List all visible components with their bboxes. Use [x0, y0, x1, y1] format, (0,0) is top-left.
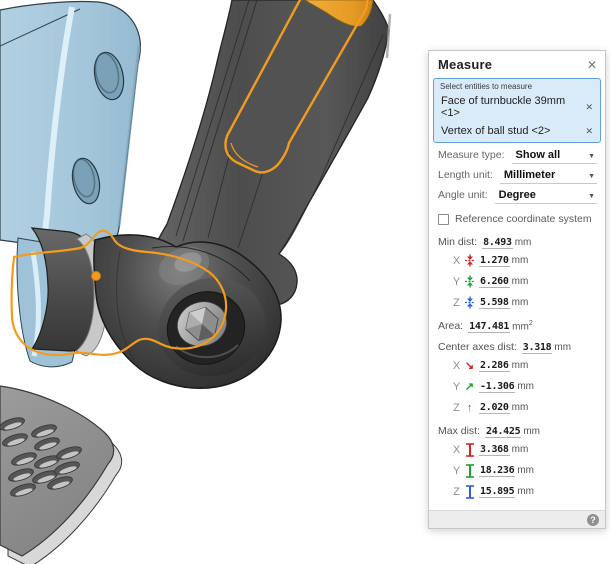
center-axes-dist-row: Center axes dist: 3.318 mm — [438, 341, 597, 355]
area-row: Area: 147.481 mm2 — [438, 320, 597, 334]
arrow-down-right-icon: ↘ — [463, 359, 476, 373]
dropdown-value[interactable]: Degree — [499, 189, 536, 201]
center-axes-y-row: Y ↗ -1.306 mm — [438, 376, 597, 397]
max-dist-y-row: Y 18.236 mm — [438, 460, 597, 481]
dropdown-value[interactable]: Show all — [516, 149, 561, 161]
entity-row[interactable]: Vertex of ball stud <2> ✕ — [440, 122, 594, 140]
min-dist-value: 8.493 — [482, 237, 513, 249]
center-axes-label: Center axes dist: — [438, 341, 517, 353]
chevron-down-icon: ▼ — [588, 153, 595, 160]
panel-title: Measure — [438, 57, 492, 72]
chevron-down-icon: ▼ — [588, 173, 595, 180]
min-dist-icon — [463, 254, 476, 268]
entity-row[interactable]: Face of turnbuckle 39mm <1> ✕ — [440, 92, 594, 122]
max-dist-value: 24.425 — [485, 426, 521, 438]
dropdown-label: Measure type: — [438, 149, 505, 161]
checkbox-label: Reference coordinate system — [455, 213, 592, 225]
entity-selection-label: Select entities to measure — [440, 82, 594, 91]
min-dist-x-row: X 1.270 mm — [438, 250, 597, 271]
area-label: Area: — [438, 320, 463, 332]
panel-footer: ? — [429, 510, 605, 528]
remove-entity-icon[interactable]: ✕ — [584, 126, 594, 137]
entity-name: Vertex of ball stud <2> — [441, 125, 550, 137]
min-dist-z-row: Z 5.598 mm — [438, 292, 597, 313]
measurement-results: Min dist: 8.493 mm X 1.270 mm Y — [429, 227, 605, 510]
min-dist-y-row: Y 6.260 mm — [438, 271, 597, 292]
min-dist-label: Min dist: — [438, 236, 477, 248]
angle-unit-dropdown[interactable]: Angle unit: Degree ▼ — [438, 189, 597, 204]
center-axes-x-row: X ↘ 2.286 mm — [438, 355, 597, 376]
cad-viewport: Measure ✕ Select entities to measure Fac… — [0, 0, 610, 564]
measure-panel: Measure ✕ Select entities to measure Fac… — [428, 50, 606, 529]
min-dist-icon — [463, 296, 476, 310]
arrow-up-icon: ↑ — [463, 401, 476, 415]
dropdown-label: Angle unit: — [438, 189, 488, 201]
extent-ibeam-icon — [463, 464, 476, 478]
measure-panel-header: Measure ✕ — [429, 51, 605, 76]
entity-selection-box[interactable]: Select entities to measure Face of turnb… — [433, 78, 601, 143]
max-dist-label: Max dist: — [438, 425, 480, 437]
entity-name: Face of turnbuckle 39mm <1> — [441, 95, 584, 119]
dropdown-label: Length unit: — [438, 169, 493, 181]
measure-type-dropdown[interactable]: Measure type: Show all ▼ — [438, 149, 597, 164]
close-icon[interactable]: ✕ — [587, 59, 597, 71]
center-axes-value: 3.318 — [522, 342, 553, 354]
help-icon[interactable]: ? — [587, 514, 599, 526]
max-dist-x-row: X 3.368 mm — [438, 439, 597, 460]
min-dist-row: Min dist: 8.493 mm — [438, 236, 597, 250]
extent-ibeam-icon — [463, 485, 476, 499]
max-dist-row: Max dist: 24.425 mm — [438, 425, 597, 439]
perforated-disc-part[interactable] — [0, 386, 122, 564]
selected-vertex-dot[interactable] — [92, 272, 101, 281]
remove-entity-icon[interactable]: ✕ — [584, 102, 594, 113]
length-unit-dropdown[interactable]: Length unit: Millimeter ▼ — [438, 169, 597, 184]
reference-coordinate-checkbox-row[interactable]: Reference coordinate system — [438, 213, 597, 225]
min-dist-icon — [463, 275, 476, 289]
chevron-down-icon: ▼ — [588, 193, 595, 200]
checkbox[interactable] — [438, 214, 449, 225]
max-dist-z-row: Z 15.895 mm — [438, 481, 597, 502]
extent-ibeam-icon — [463, 443, 476, 457]
dropdown-value[interactable]: Millimeter — [504, 169, 555, 181]
area-value: 147.481 — [468, 321, 510, 333]
arrow-up-right-icon: ↗ — [463, 380, 476, 394]
center-axes-z-row: Z ↑ 2.020 mm — [438, 397, 597, 418]
